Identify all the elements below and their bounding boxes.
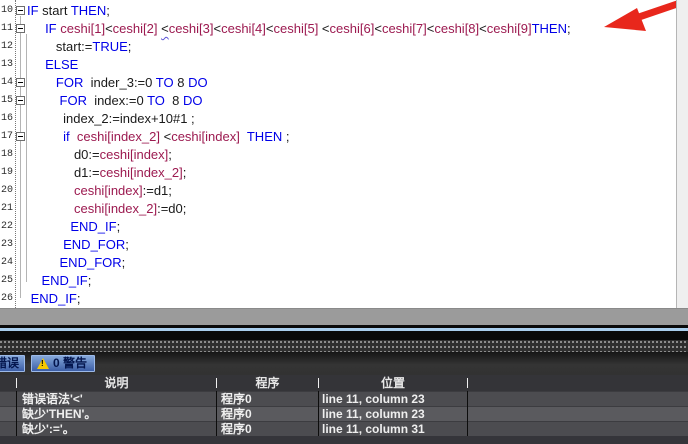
fold-toggle[interactable]: [16, 96, 25, 105]
code-text: END_FOR;: [27, 236, 129, 254]
code-line[interactable]: 22 END_IF;: [0, 218, 688, 236]
error-row[interactable]: 缺少':='。程序0 line 11, column 31: [0, 421, 688, 436]
code-line[interactable]: 21 ceshi[index_2]:=d0;: [0, 200, 688, 218]
code-line[interactable]: 26 END_IF;: [0, 290, 688, 308]
line-number: 23: [0, 236, 13, 254]
column-separator: [216, 391, 217, 436]
warnings-filter-button[interactable]: ! 0 警告: [31, 355, 95, 372]
line-number: 22: [0, 218, 13, 236]
code-text: FOR inder_3:=0 TO 8 DO: [27, 74, 208, 92]
error-description-cell: 缺少'THEN'。: [22, 407, 212, 422]
error-program-cell: 程序0: [221, 392, 314, 407]
message-toolbar: 错误 ! 0 警告: [0, 352, 688, 375]
code-line[interactable]: 15 FOR index:=0 TO 8 DO: [0, 92, 688, 110]
error-program-cell: 程序0: [221, 422, 314, 437]
fold-toggle[interactable]: [16, 6, 25, 15]
code-text: start:=TRUE;: [27, 38, 131, 56]
warnings-filter-label: 0 警告: [53, 356, 87, 371]
code-text: index_2:=index+10#1 ;: [27, 110, 195, 128]
panel-splitter[interactable]: [0, 340, 688, 352]
code-line[interactable]: 23 END_FOR;: [0, 236, 688, 254]
fold-toggle[interactable]: [16, 24, 25, 33]
column-separator: [467, 391, 468, 436]
line-number: 15: [0, 92, 13, 110]
code-text: END_IF;: [27, 218, 120, 236]
line-number: 12: [0, 38, 13, 56]
column-separator: [318, 391, 319, 436]
code-line[interactable]: 17 if ceshi[index_2] <ceshi[index] THEN …: [0, 128, 688, 146]
error-description-cell: 错误语法'<': [22, 392, 212, 407]
error-squiggle: <: [161, 21, 169, 36]
code-line[interactable]: 19 d1:=ceshi[index_2];: [0, 164, 688, 182]
line-number: 14: [0, 74, 13, 92]
line-number: 25: [0, 272, 13, 290]
code-line[interactable]: 11 IF ceshi[1]<ceshi[2] <ceshi[3]<ceshi[…: [0, 20, 688, 38]
code-text: ceshi[index_2]:=d0;: [27, 200, 186, 218]
code-line[interactable]: 20 ceshi[index]:=d1;: [0, 182, 688, 200]
horizontal-scrollbar[interactable]: [0, 308, 688, 325]
code-line[interactable]: 12 start:=TRUE;: [0, 38, 688, 56]
code-text: d0:=ceshi[index];: [27, 146, 172, 164]
error-table-header: 说明 程序 位置: [0, 375, 688, 391]
line-number: 18: [0, 146, 13, 164]
column-separator: [16, 391, 17, 436]
code-line[interactable]: 10 IF start THEN;: [0, 2, 688, 20]
line-number: 19: [0, 164, 13, 182]
code-text: d1:=ceshi[index_2];: [27, 164, 186, 182]
code-text: IF start THEN;: [27, 2, 110, 20]
panel-accent-line: [0, 328, 688, 331]
code-text: END_IF;: [27, 272, 91, 290]
line-number: 26: [0, 290, 13, 308]
errors-filter-label: 错误: [0, 356, 19, 371]
error-position-cell: line 11, column 23: [322, 407, 464, 422]
fold-toggle[interactable]: [16, 132, 25, 141]
fold-toggle[interactable]: [16, 78, 25, 87]
code-editor[interactable]: 10IF start THEN;11 IF ceshi[1]<ceshi[2] …: [0, 0, 688, 308]
code-line[interactable]: 25 END_IF;: [0, 272, 688, 290]
code-text: ceshi[index]:=d1;: [27, 182, 172, 200]
code-text: if ceshi[index_2] <ceshi[index] THEN ;: [27, 128, 289, 146]
code-text: IF ceshi[1]<ceshi[2] <ceshi[3]<ceshi[4]<…: [27, 20, 571, 38]
code-text: ELSE: [27, 56, 78, 74]
warning-icon: !: [37, 358, 49, 369]
line-number: 13: [0, 56, 13, 74]
line-number: 21: [0, 200, 13, 218]
ide-screen: 10IF start THEN;11 IF ceshi[1]<ceshi[2] …: [0, 0, 688, 444]
header-tick: [467, 378, 468, 388]
error-row[interactable]: 错误语法'<' 程序0 line 11, column 23: [0, 391, 688, 406]
code-line[interactable]: 18 d0:=ceshi[index];: [0, 146, 688, 164]
column-header-position[interactable]: 位置: [319, 375, 467, 391]
line-number: 20: [0, 182, 13, 200]
column-header-description[interactable]: 说明: [17, 375, 216, 391]
line-number: 10: [0, 2, 13, 20]
error-position-cell: line 11, column 31: [322, 422, 464, 437]
error-position-cell: line 11, column 23: [322, 392, 464, 407]
error-description-cell: 缺少':='。: [22, 422, 212, 437]
error-row[interactable]: 缺少'THEN'。程序0 line 11, column 23: [0, 406, 688, 421]
line-number: 11: [0, 20, 13, 38]
line-number: 24: [0, 254, 13, 272]
line-number: 17: [0, 128, 13, 146]
code-text: END_IF;: [27, 290, 80, 308]
code-line[interactable]: 13 ELSE: [0, 56, 688, 74]
error-program-cell: 程序0: [221, 407, 314, 422]
line-number: 16: [0, 110, 13, 128]
errors-filter-button[interactable]: 错误: [0, 355, 25, 372]
code-text: FOR index:=0 TO 8 DO: [27, 92, 203, 110]
code-line[interactable]: 14 FOR inder_3:=0 TO 8 DO: [0, 74, 688, 92]
column-header-program[interactable]: 程序: [217, 375, 318, 391]
bottom-strip: [0, 436, 688, 444]
panel-divider: [0, 325, 688, 340]
code-line[interactable]: 24 END_FOR;: [0, 254, 688, 272]
vertical-scrollbar[interactable]: [676, 0, 688, 308]
code-line[interactable]: 16 index_2:=index+10#1 ;: [0, 110, 688, 128]
code-text: END_FOR;: [27, 254, 125, 272]
